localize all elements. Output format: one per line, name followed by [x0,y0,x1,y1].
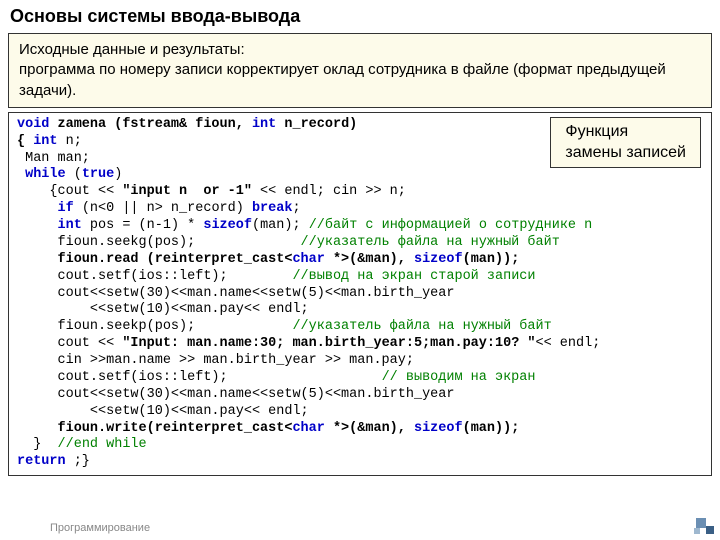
code-text: ) [114,167,122,182]
code-text [17,218,58,233]
code-text: << endl; cin >> n; [252,184,406,199]
code-text: fioun.read (reinterpret_cast< [17,252,292,267]
code-text: n_record) [276,117,357,132]
code-text: n; [58,134,82,149]
code-text: *>(&man), [325,252,414,267]
kw-break: break [252,201,293,216]
callout-line1: Функция [565,122,686,143]
corner-decoration-icon [690,516,716,536]
comment: //вывод на экран старой записи [292,269,535,284]
code-text: } [17,437,58,452]
kw-char: char [292,421,324,436]
code-text: cin >>man.name >> man.birth_year >> man.… [17,353,414,368]
kw-char: char [292,252,324,267]
code-text [17,167,25,182]
code-text: cout<<setw(30)<<man.name<<setw(5)<<man.b… [17,286,454,301]
code-text: ;} [66,454,90,469]
code-text: ; [292,201,300,216]
kw-if: if [58,201,74,216]
code-text: fioun.seekp(pos); [17,319,292,334]
code-text: cout<<setw(30)<<man.name<<setw(5)<<man.b… [17,387,454,402]
code-text: pos = (n-1) * [82,218,204,233]
kw-sizeof: sizeof [414,252,463,267]
kw-while: while [25,167,66,182]
kw-int: int [33,134,57,149]
kw-return: return [17,454,66,469]
callout-box: Функция замены записей [550,117,701,169]
code-text [17,201,58,216]
code-text: fioun.write(reinterpret_cast< [17,421,292,436]
code-text: <<setw(10)<<man.pay<< endl; [17,302,309,317]
intro-box: Исходные данные и результаты: программа … [8,33,712,108]
footer-text: Программирование [50,522,150,534]
string-literal: "Input: man.name:30; man.birth_year:5;ma… [122,336,535,351]
code-text: Man man; [17,151,90,166]
comment: //end while [58,437,147,452]
code-text: zamena (fstream& fioun, [49,117,252,132]
code-text: cout << [17,336,122,351]
kw-void: void [17,117,49,132]
kw-sizeof: sizeof [203,218,252,233]
code-text: *>(&man), [325,421,414,436]
code-text: (man)); [463,421,520,436]
kw-sizeof: sizeof [414,421,463,436]
kw-true: true [82,167,114,182]
code-text: { [17,134,33,149]
comment: //байт с информацией о сотруднике n [309,218,593,233]
comment: //указатель файла на нужный байт [301,235,560,250]
slide: Основы системы ввода-вывода Исходные дан… [0,0,720,540]
kw-int: int [58,218,82,233]
code-text: {cout << [17,184,122,199]
code-text: cout.setf(ios::left); [17,370,382,385]
string-literal: "input n or -1" [122,184,252,199]
code-block: void zamena (fstream& fioun, int n_recor… [8,112,712,476]
code-text: <<setw(10)<<man.pay<< endl; [17,404,309,419]
code-text: cout.setf(ios::left); [17,269,292,284]
code-text: (man)); [463,252,520,267]
comment: //указатель файла на нужный байт [292,319,551,334]
kw-int: int [252,117,276,132]
comment: // выводим на экран [382,370,536,385]
intro-heading: Исходные данные и результаты: [19,41,245,58]
code-text: << endl; [536,336,601,351]
code-text: ( [66,167,82,182]
intro-body: программа по номеру записи корректирует … [19,61,666,98]
page-title: Основы системы ввода-вывода [10,6,710,27]
code-text: (n<0 || n> n_record) [74,201,252,216]
code-text: fioun.seekg(pos); [17,235,301,250]
code-text: (man); [252,218,309,233]
callout-line2: замены записей [565,143,686,164]
